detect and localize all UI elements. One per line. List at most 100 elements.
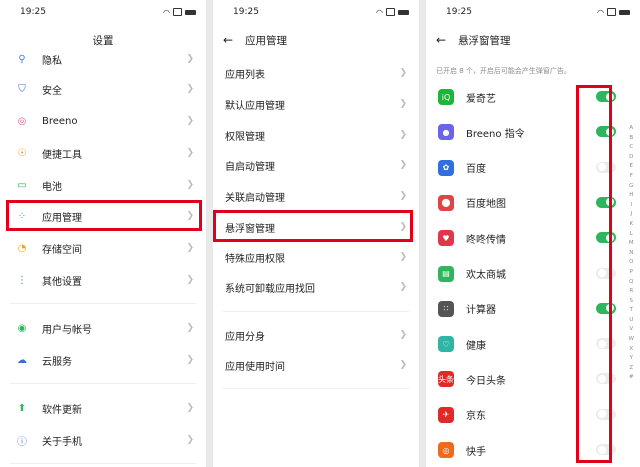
chevron-right-icon: ❯	[399, 160, 407, 170]
status-time: 19:25	[233, 7, 259, 17]
other-settings-icon: ⋮	[17, 274, 27, 286]
dongdong-icon: ♥	[438, 230, 454, 247]
chevron-right-icon: ❯	[399, 68, 407, 78]
settings-item[interactable]: ⚲ 隐私 ❯	[0, 50, 206, 68]
chevron-right-icon: ❯	[399, 252, 407, 262]
divider	[10, 383, 196, 384]
back-arrow-icon[interactable]: ←	[223, 33, 233, 47]
app-label: 咚咚传情	[466, 234, 506, 246]
app-label: 健康	[466, 340, 486, 352]
divider	[10, 463, 196, 464]
settings-item-label: 安全	[42, 85, 62, 97]
heytap-store-icon: ▤	[438, 265, 454, 282]
settings-item[interactable]: ◎ Breeno ❯	[0, 112, 206, 130]
menu-item[interactable]: 系统可卸载应用找回 ❯	[213, 278, 419, 296]
battery-status-icon	[185, 9, 196, 15]
sim-icon	[607, 8, 616, 16]
settings-item[interactable]: ⛉ 安全 ❯	[0, 80, 206, 98]
divider	[10, 303, 196, 304]
menu-item[interactable]: 自启动管理 ❯	[213, 156, 419, 174]
settings-item-label: 其他设置	[42, 276, 82, 288]
info-icon: ⓘ	[17, 436, 27, 448]
sim-icon	[386, 8, 395, 16]
chevron-right-icon: ❯	[186, 84, 194, 94]
chevron-right-icon: ❯	[186, 275, 194, 285]
app-label: 百度	[466, 164, 486, 176]
user-icon: ◉	[17, 322, 27, 334]
app-label: 计算器	[466, 305, 496, 317]
cloud-icon: ☁	[17, 354, 27, 366]
alphabet-index[interactable]: A B C D E F G H I J K L M N O P Q R S T U V W X Y Z #	[629, 124, 634, 383]
settings-item[interactable]: ▭ 电池 ❯	[0, 176, 206, 194]
app-label: 爱奇艺	[466, 93, 496, 105]
menu-item[interactable]: 应用列表 ❯	[213, 64, 419, 82]
menu-item[interactable]: 应用使用时间 ❯	[213, 356, 419, 374]
menu-item-label: 关联启动管理	[225, 192, 285, 204]
status-bar: 19:25 ◠	[213, 0, 419, 24]
settings-item[interactable]: ☁ 云服务 ❯	[0, 351, 206, 369]
settings-item-label: 便捷工具	[42, 149, 82, 161]
chevron-right-icon: ❯	[399, 130, 407, 140]
header: ← 应用管理	[213, 24, 419, 56]
baidu-map-icon: ⬤	[438, 194, 454, 211]
menu-item[interactable]: 关联启动管理 ❯	[213, 187, 419, 205]
settings-item[interactable]: ◉ 用户与帐号 ❯	[0, 319, 206, 337]
app-label: 欢太商城	[466, 270, 506, 281]
tools-icon: ☉	[17, 147, 27, 159]
settings-item-label: 关于手机	[42, 436, 82, 448]
settings-item-label: 隐私	[42, 55, 62, 67]
chevron-right-icon: ❯	[186, 323, 194, 333]
highlight-box	[576, 85, 612, 463]
app-label: 快手	[466, 446, 486, 458]
app-label: Breeno 指令	[466, 128, 525, 140]
settings-item[interactable]: ⬆ 软件更新 ❯	[0, 399, 206, 417]
baidu-icon: ✿	[438, 159, 454, 176]
chevron-right-icon: ❯	[186, 54, 194, 64]
jd-icon: ✈	[438, 406, 454, 423]
back-arrow-icon[interactable]: ←	[436, 33, 446, 47]
settings-item[interactable]: ◔ 存储空间 ❯	[0, 239, 206, 257]
hint-text: 已开启 8 个，开启后可能会产生弹窗广告。	[436, 67, 571, 75]
menu-item-label: 应用分身	[225, 331, 265, 343]
menu-item[interactable]: 特殊应用权限 ❯	[213, 248, 419, 266]
page-title: 悬浮窗管理	[458, 34, 511, 47]
chevron-right-icon: ❯	[399, 282, 407, 292]
status-bar: 19:25 ◠	[0, 0, 206, 24]
toutiao-icon: 头条	[438, 371, 454, 388]
wifi-icon: ◠	[597, 7, 604, 17]
menu-item[interactable]: 权限管理 ❯	[213, 126, 419, 144]
privacy-icon: ⚲	[18, 53, 26, 65]
chevron-right-icon: ❯	[186, 148, 194, 158]
menu-item-label: 自启动管理	[225, 161, 275, 173]
wifi-icon: ◠	[376, 7, 383, 17]
battery-status-icon	[398, 9, 409, 15]
health-icon: ♡	[438, 336, 454, 353]
settings-item-label: Breeno	[42, 115, 78, 127]
app-label: 今日头条	[466, 375, 506, 387]
settings-item[interactable]: ⋮ 其他设置 ❯	[0, 271, 206, 289]
settings-item-label: 存储空间	[42, 244, 82, 256]
shield-icon: ⛉	[18, 83, 26, 95]
chevron-right-icon: ❯	[186, 116, 194, 126]
highlight-box	[6, 200, 202, 231]
settings-item[interactable]: ⓘ 关于手机 ❯	[0, 431, 206, 449]
chevron-right-icon: ❯	[399, 330, 407, 340]
chevron-right-icon: ❯	[399, 99, 407, 109]
menu-item[interactable]: 默认应用管理 ❯	[213, 95, 419, 113]
settings-item[interactable]: ☉ 便捷工具 ❯	[0, 144, 206, 162]
chevron-right-icon: ❯	[186, 403, 194, 413]
menu-item-label: 应用列表	[225, 69, 265, 81]
breeno-icon: ◎	[17, 115, 27, 127]
chevron-right-icon: ❯	[186, 180, 194, 190]
status-time: 19:25	[20, 7, 46, 17]
header: ← 悬浮窗管理	[426, 24, 640, 56]
app-label: 百度地图	[466, 199, 506, 211]
divider	[223, 388, 409, 389]
breeno-command-icon: ●	[438, 124, 454, 141]
battery-status-icon	[619, 9, 630, 15]
menu-item[interactable]: 应用分身 ❯	[213, 326, 419, 344]
wifi-icon: ◠	[163, 7, 170, 17]
update-icon: ⬆	[17, 402, 27, 414]
chevron-right-icon: ❯	[399, 191, 407, 201]
chevron-right-icon: ❯	[399, 360, 407, 370]
